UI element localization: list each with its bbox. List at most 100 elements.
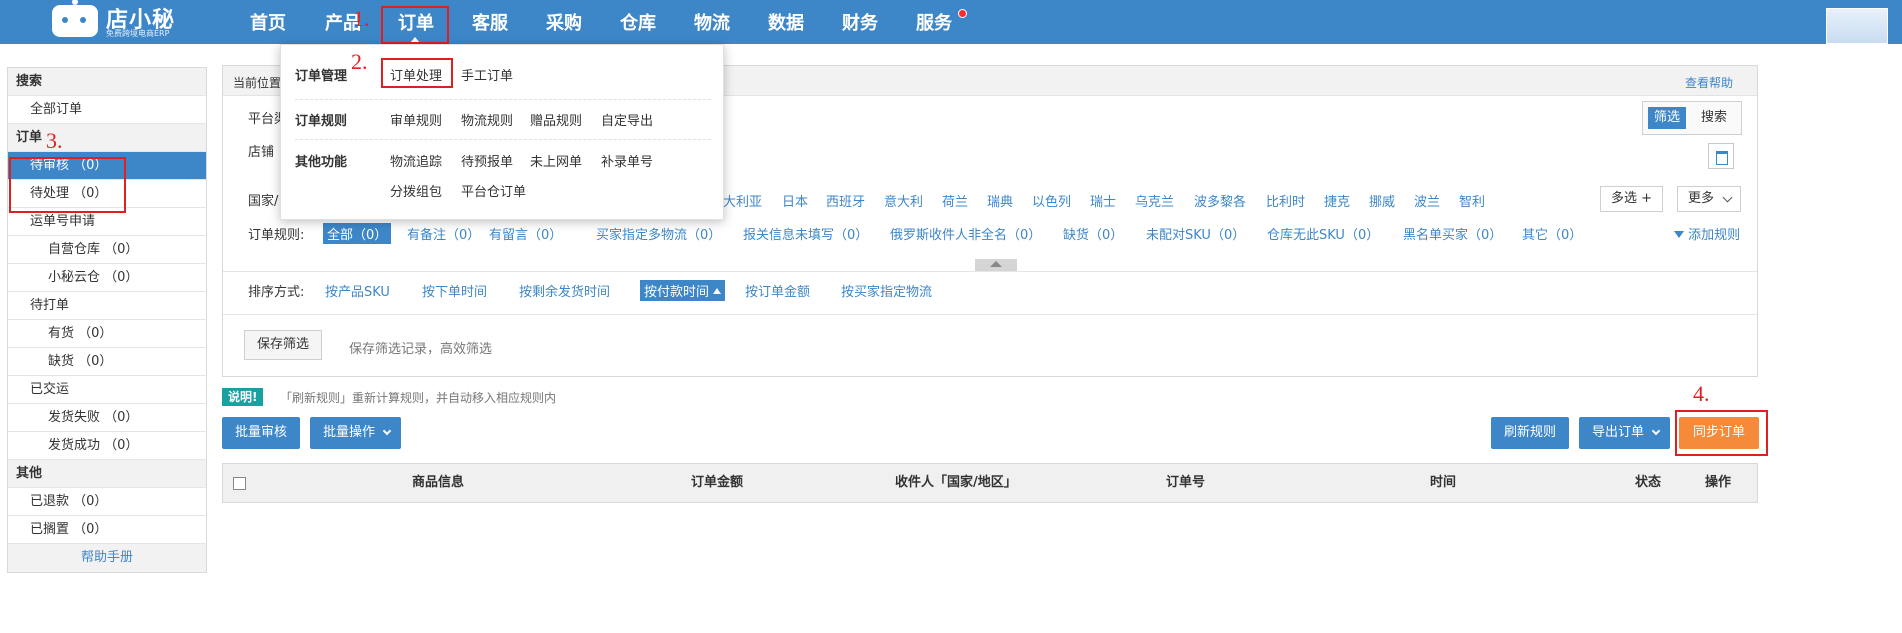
rule-no-sku-in-warehouse[interactable]: 仓库无此SKU（0） (1267, 224, 1379, 243)
annotation-box-sync (1675, 410, 1768, 456)
country-italy[interactable]: 意大利 (884, 191, 923, 210)
sidebar: 搜索 全部订单 订单 待审核 （0） 待处理 （0） 运单号申请 自营仓库 （0… (7, 67, 207, 573)
nav-item-data[interactable]: 数据 (768, 0, 804, 44)
export-orders-button[interactable]: 导出订单 (1579, 417, 1671, 449)
sort-by-amount[interactable]: 按订单金额 (745, 281, 810, 300)
country-belgium[interactable]: 比利时 (1266, 191, 1305, 210)
col-order-amount: 订单金额 (691, 475, 744, 490)
country-chile[interactable]: 智利 (1459, 191, 1485, 210)
refresh-rules-button[interactable]: 刷新规则 (1491, 417, 1570, 449)
rule-multi-logistics[interactable]: 买家指定多物流（0） (596, 224, 721, 243)
filter-search-toggle: 筛选 搜索 (1642, 101, 1742, 135)
rule-blacklist[interactable]: 黑名单买家（0） (1403, 224, 1502, 243)
country-israel[interactable]: 以色列 (1032, 191, 1071, 210)
panel-divider-2 (223, 314, 1757, 315)
sidebar-item-own-warehouse[interactable]: 自营仓库 （0） (8, 236, 206, 264)
country-spain[interactable]: 西班牙 (826, 191, 865, 210)
funnel-icon (1674, 231, 1684, 238)
col-time: 时间 (1430, 475, 1457, 490)
country-czech[interactable]: 捷克 (1324, 191, 1350, 210)
nav-item-logistics[interactable]: 物流 (694, 0, 730, 44)
logo-subtitle: 免费跨境电商ERP (106, 29, 170, 38)
menu-item-not-online[interactable]: 未上网单 (530, 151, 582, 170)
select-all-checkbox[interactable] (233, 477, 246, 490)
batch-ops-button[interactable]: 批量操作 (310, 417, 402, 449)
country-australia[interactable]: 大利亚 (723, 191, 762, 210)
sidebar-item-to-print[interactable]: 待打单 (8, 292, 206, 320)
multi-select-button[interactable]: 多选 + (1600, 186, 1664, 212)
country-ukraine[interactable]: 乌克兰 (1135, 191, 1174, 210)
dropdown-group-order-rules: 订单规则 (295, 114, 348, 129)
help-link[interactable]: 查看帮助 (1685, 74, 1733, 91)
layout-icon[interactable] (1708, 143, 1734, 169)
nav-item-purchase[interactable]: 采购 (546, 0, 582, 44)
rule-has-message[interactable]: 有留言（0） (489, 224, 562, 243)
sort-by-buyer-logistics[interactable]: 按买家指定物流 (841, 281, 932, 300)
sort-by-remaining-time[interactable]: 按剩余发货时间 (519, 281, 610, 300)
rule-all[interactable]: 全部（0） (323, 223, 392, 244)
add-rule-link[interactable]: 添加规则 (1674, 224, 1740, 243)
sort-by-payment-time[interactable]: 按付款时间 (640, 280, 726, 301)
menu-item-gift-rules[interactable]: 赠品规则 (530, 110, 582, 129)
search-toggle-button[interactable]: 搜索 (1695, 107, 1733, 129)
logo[interactable]: 店小秘 免费跨境电商ERP (52, 0, 182, 40)
rule-russia-name[interactable]: 俄罗斯收件人非全名（0） (890, 224, 1041, 243)
sort-by-sku[interactable]: 按产品SKU (325, 281, 390, 300)
menu-item-platform-warehouse[interactable]: 平台仓订单 (461, 181, 526, 200)
menu-item-logistics-rules[interactable]: 物流规则 (461, 110, 513, 129)
menu-item-pre-forecast[interactable]: 待预报单 (461, 151, 513, 170)
sidebar-item-cloud-warehouse[interactable]: 小秘云仓 （0） (8, 264, 206, 292)
sort-label: 排序方式: (248, 285, 305, 300)
menu-item-custom-export[interactable]: 自定导出 (601, 110, 653, 129)
add-rule-label: 添加规则 (1688, 228, 1741, 243)
nav-item-warehouse[interactable]: 仓库 (620, 0, 656, 44)
sidebar-item-out-of-stock[interactable]: 缺货 （0） (8, 348, 206, 376)
sort-asc-icon (713, 288, 722, 294)
more-countries-button[interactable]: 更多 (1677, 186, 1742, 212)
save-filter-button[interactable]: 保存筛选 (244, 330, 323, 360)
sidebar-head-other: 其他 (8, 460, 206, 488)
sidebar-head-orders: 订单 (8, 124, 206, 152)
menu-item-manual-order[interactable]: 手工订单 (461, 65, 513, 84)
nav-item-home[interactable]: 首页 (250, 0, 286, 44)
country-japan[interactable]: 日本 (782, 191, 808, 210)
annotation-step-3: 3. (46, 128, 63, 153)
rule-other[interactable]: 其它（0） (1522, 224, 1582, 243)
sidebar-item-shipped[interactable]: 已交运 (8, 376, 206, 404)
batch-review-button[interactable]: 批量审核 (222, 417, 301, 449)
save-filter-hint: 保存筛选记录，高效筛选 (349, 342, 493, 357)
rule-out-of-stock[interactable]: 缺货（0） (1063, 224, 1123, 243)
country-netherlands[interactable]: 荷兰 (942, 191, 968, 210)
country-sweden[interactable]: 瑞典 (987, 191, 1013, 210)
sidebar-item-in-stock[interactable]: 有货 （0） (8, 320, 206, 348)
rule-customs-missing[interactable]: 报关信息未填写（0） (743, 224, 868, 243)
sidebar-item-ship-failed[interactable]: 发货失败 （0） (8, 404, 206, 432)
nav-item-finance[interactable]: 财务 (842, 0, 878, 44)
sidebar-help-link[interactable]: 帮助手册 (8, 544, 206, 572)
annotation-step-2: 2. (351, 49, 368, 74)
nav-item-service[interactable]: 客服 (472, 0, 508, 44)
sidebar-item-on-hold[interactable]: 已搁置 （0） (8, 516, 206, 544)
menu-item-review-rules[interactable]: 审单规则 (390, 110, 442, 129)
menu-item-distribution-pack[interactable]: 分拨组包 (390, 181, 442, 200)
dropdown-group-other: 其他功能 (295, 155, 348, 170)
country-norway[interactable]: 挪威 (1369, 191, 1395, 210)
filter-toggle-button[interactable]: 筛选 (1648, 107, 1687, 129)
rule-has-note[interactable]: 有备注（0） (407, 224, 480, 243)
sidebar-item-all-orders[interactable]: 全部订单 (8, 96, 206, 124)
country-poland[interactable]: 波兰 (1414, 191, 1440, 210)
sort-by-order-time[interactable]: 按下单时间 (422, 281, 487, 300)
dropdown-divider-2 (295, 139, 711, 140)
sidebar-item-ship-success[interactable]: 发货成功 （0） (8, 432, 206, 460)
country-label: 国家/ (248, 194, 279, 209)
country-puerto-rico[interactable]: 波多黎各 (1194, 191, 1246, 210)
nav-item-services[interactable]: 服务 (916, 0, 952, 44)
sidebar-item-refunded[interactable]: 已退款 （0） (8, 488, 206, 516)
order-table-header: 商品信息 订单金额 收件人「国家/地区」 订单号 时间 状态 操作 (222, 463, 1758, 503)
menu-item-tracking[interactable]: 物流追踪 (390, 151, 442, 170)
collapse-toggle[interactable] (975, 259, 1017, 271)
menu-item-supplement-number[interactable]: 补录单号 (601, 151, 653, 170)
country-switzerland[interactable]: 瑞士 (1090, 191, 1116, 210)
avatar[interactable] (1826, 8, 1888, 44)
rule-unpaired-sku[interactable]: 未配对SKU（0） (1146, 224, 1245, 243)
